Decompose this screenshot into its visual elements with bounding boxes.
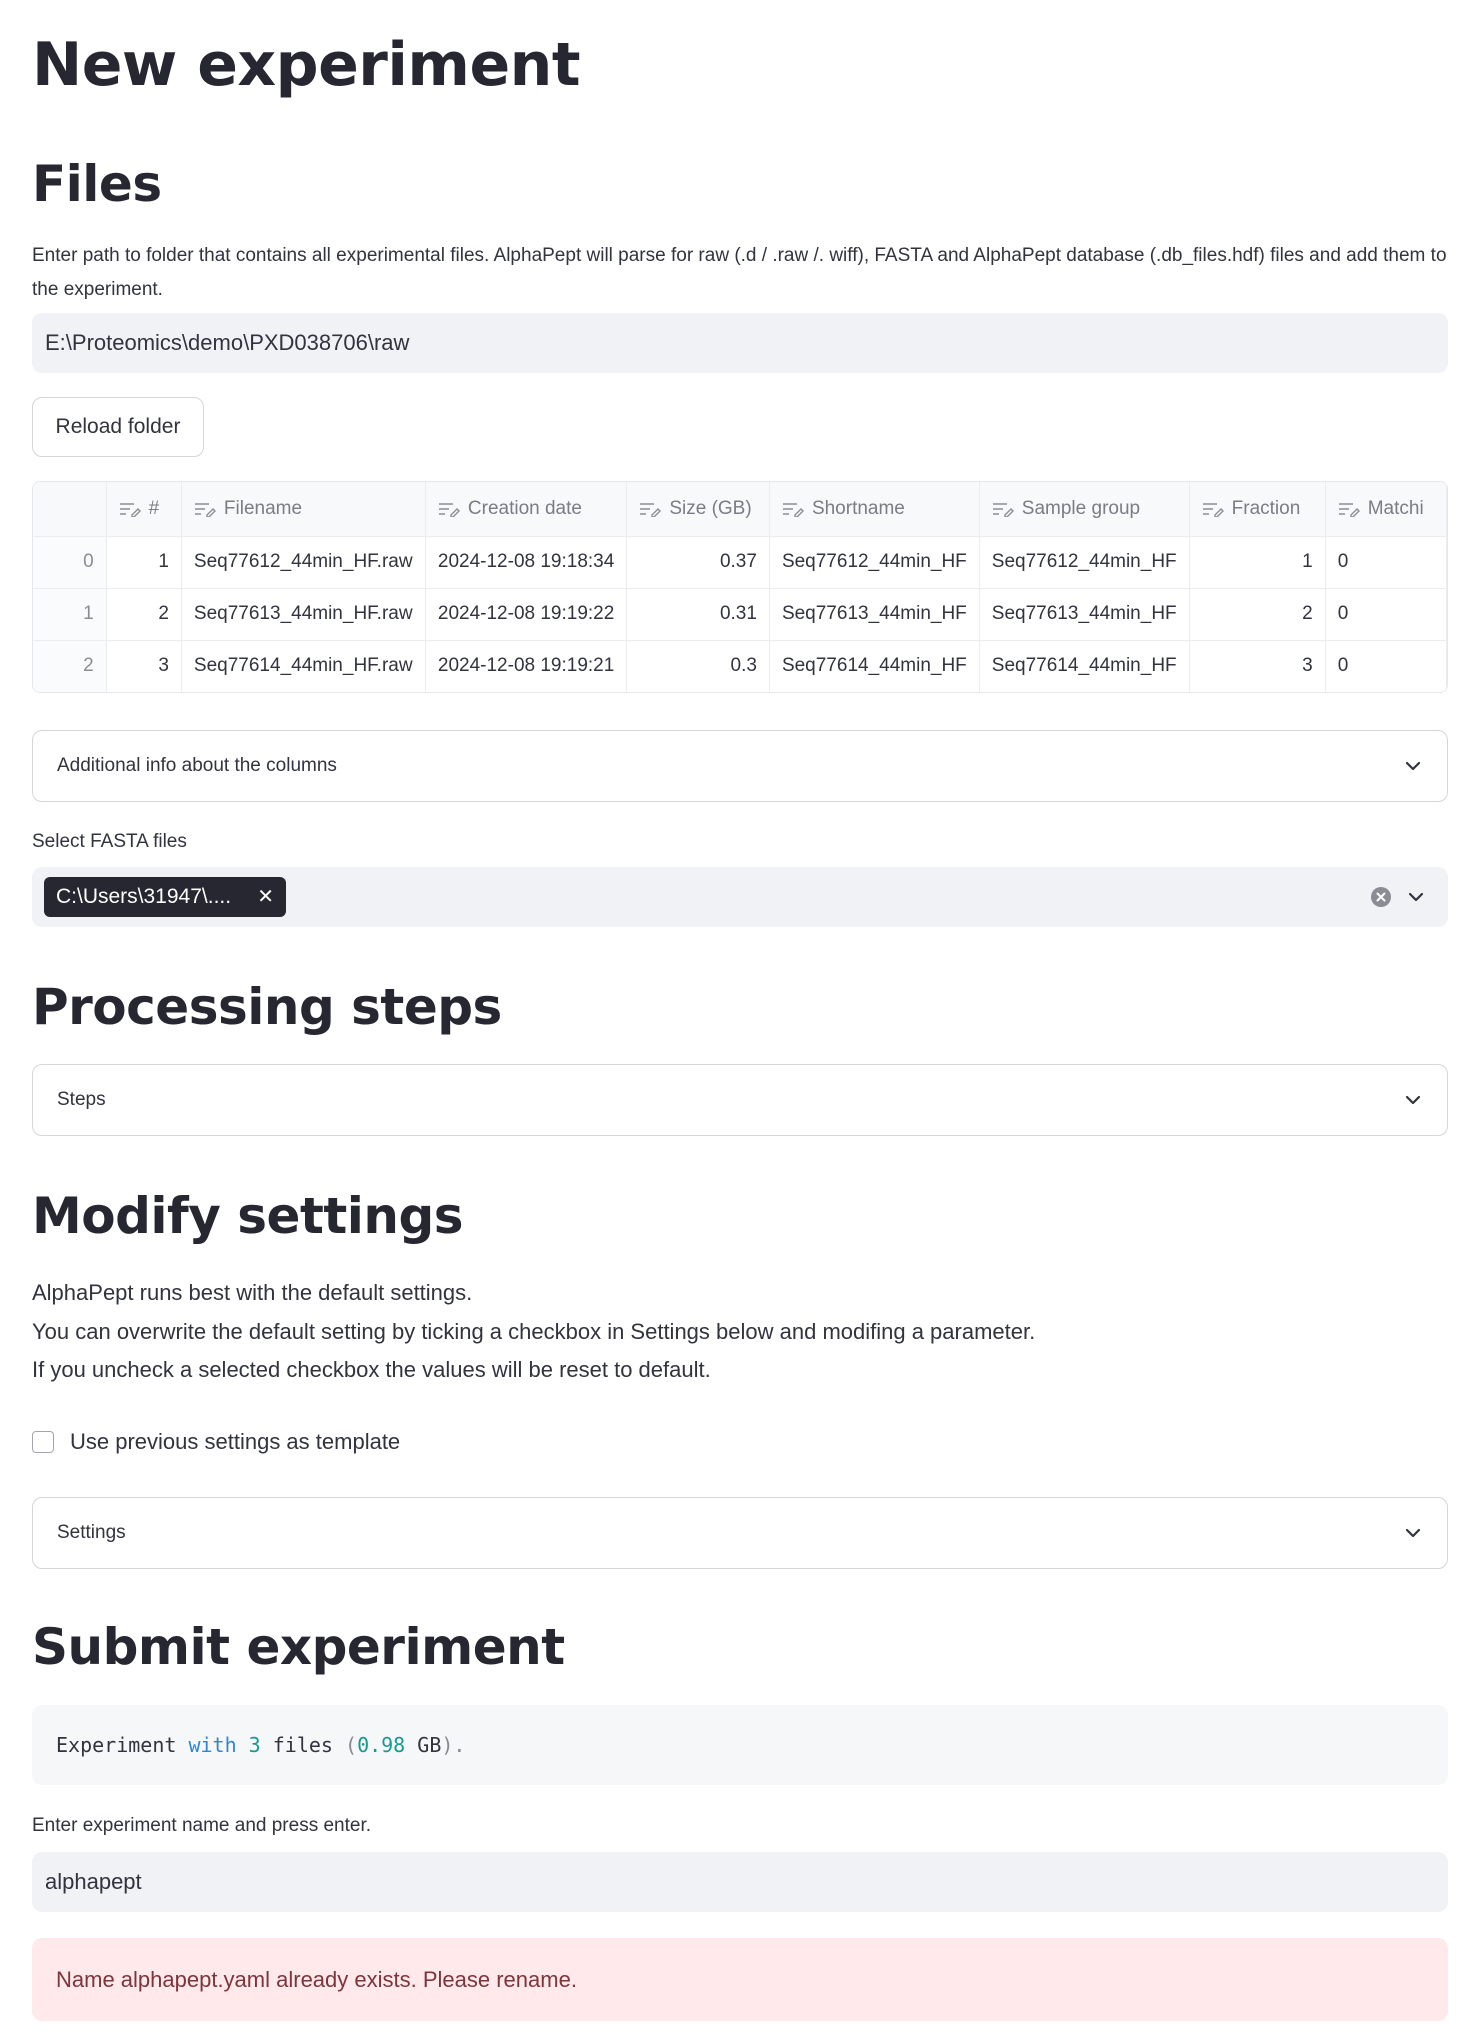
- settings-label: Settings: [57, 1522, 126, 1543]
- column-menu-icon: [782, 502, 804, 517]
- table-cell-size[interactable]: 0.31: [626, 588, 770, 641]
- table-cell-filename[interactable]: Seq77612_44min_HF.raw: [181, 536, 426, 589]
- table-header-row: # Filename Creation date Size (GB) Short…: [33, 482, 1447, 537]
- table-cell-shortname[interactable]: Seq77613_44min_HF: [769, 588, 980, 641]
- column-menu-icon: [119, 502, 141, 517]
- submit-heading: Submit experiment: [32, 1618, 565, 1676]
- table-cell-matching[interactable]: 0: [1325, 640, 1447, 692]
- table-header-matching[interactable]: Matchi: [1325, 482, 1447, 537]
- table-row[interactable]: 2 3 Seq77614_44min_HF.raw 2024-12-08 19:…: [33, 640, 1447, 692]
- template-checkbox-row[interactable]: Use previous settings as template: [32, 1429, 400, 1455]
- template-checkbox-label[interactable]: Use previous settings as template: [70, 1429, 400, 1455]
- column-menu-icon: [1338, 502, 1360, 517]
- chevron-down-icon: [1405, 1528, 1421, 1538]
- chevron-down-icon[interactable]: [1406, 887, 1426, 907]
- chevron-down-icon: [1405, 1095, 1421, 1105]
- fasta-selected-chip[interactable]: C:\Users\31947\.... ✕: [44, 877, 286, 917]
- table-cell-sample-group[interactable]: Seq77613_44min_HF: [979, 588, 1190, 641]
- table-cell-index: 0: [33, 536, 107, 589]
- table-cell-creation-date[interactable]: 2024-12-08 19:19:22: [425, 588, 628, 641]
- columns-info-label: Additional info about the columns: [57, 755, 337, 776]
- modify-line-3: If you uncheck a selected checkbox the v…: [32, 1357, 711, 1382]
- column-menu-icon: [1202, 502, 1224, 517]
- table-row[interactable]: 0 1 Seq77612_44min_HF.raw 2024-12-08 19:…: [33, 536, 1447, 589]
- page-title: New experiment: [32, 30, 581, 100]
- table-cell-number[interactable]: 2: [106, 588, 182, 641]
- table-header-size[interactable]: Size (GB): [626, 482, 770, 537]
- close-icon[interactable]: ✕: [257, 877, 274, 917]
- table-cell-size[interactable]: 0.3: [626, 640, 770, 692]
- table-cell-index: 2: [33, 640, 107, 692]
- app-page: New experiment Files Enter path to folde…: [0, 0, 1472, 2042]
- template-checkbox[interactable]: [32, 1431, 54, 1453]
- experiment-name-input[interactable]: alphapept: [32, 1852, 1448, 1912]
- folder-path-input[interactable]: E:\Proteomics\demo\PXD038706\raw: [32, 313, 1448, 373]
- column-menu-icon: [194, 502, 216, 517]
- experiment-summary-code: Experiment with 3 files (0.98 GB).: [32, 1705, 1448, 1785]
- table-header-creation-date[interactable]: Creation date: [425, 482, 628, 537]
- reload-folder-button[interactable]: Reload folder: [32, 397, 204, 457]
- table-cell-matching[interactable]: 0: [1325, 588, 1447, 641]
- files-table[interactable]: # Filename Creation date Size (GB) Short…: [32, 481, 1448, 693]
- settings-expander[interactable]: Settings: [32, 1497, 1448, 1569]
- table-cell-matching[interactable]: 0: [1325, 536, 1447, 589]
- modify-settings-heading: Modify settings: [32, 1187, 464, 1245]
- modify-line-2: You can overwrite the default setting by…: [32, 1318, 1036, 1344]
- table-cell-creation-date[interactable]: 2024-12-08 19:19:21: [425, 640, 628, 692]
- fasta-multiselect[interactable]: C:\Users\31947\.... ✕: [32, 867, 1448, 927]
- table-cell-filename[interactable]: Seq77614_44min_HF.raw: [181, 640, 426, 692]
- column-menu-icon: [992, 502, 1014, 517]
- table-cell-index: 1: [33, 588, 107, 641]
- fasta-chip-label: C:\Users\31947\....: [56, 885, 232, 908]
- table-header-number[interactable]: #: [106, 482, 182, 537]
- steps-label: Steps: [57, 1089, 106, 1110]
- table-cell-number[interactable]: 1: [106, 536, 182, 589]
- clear-circle-icon[interactable]: [1370, 886, 1392, 908]
- table-cell-shortname[interactable]: Seq77612_44min_HF: [769, 536, 980, 589]
- table-header-shortname[interactable]: Shortname: [769, 482, 980, 537]
- table-cell-filename[interactable]: Seq77613_44min_HF.raw: [181, 588, 426, 641]
- table-row[interactable]: 1 2 Seq77613_44min_HF.raw 2024-12-08 19:…: [33, 588, 1447, 641]
- table-header-index: [33, 482, 107, 537]
- columns-info-expander[interactable]: Additional info about the columns: [32, 730, 1448, 802]
- name-exists-error: Name alphapept.yaml already exists. Plea…: [32, 1938, 1448, 2021]
- table-cell-fraction[interactable]: 3: [1189, 640, 1326, 692]
- table-cell-sample-group[interactable]: Seq77612_44min_HF: [979, 536, 1190, 589]
- table-cell-number[interactable]: 3: [106, 640, 182, 692]
- processing-heading: Processing steps: [32, 978, 502, 1036]
- chevron-down-icon: [1405, 761, 1421, 771]
- table-cell-sample-group[interactable]: Seq77614_44min_HF: [979, 640, 1190, 692]
- table-cell-size[interactable]: 0.37: [626, 536, 770, 589]
- files-heading: Files: [32, 155, 162, 213]
- fasta-label: Select FASTA files: [32, 831, 187, 852]
- steps-expander[interactable]: Steps: [32, 1064, 1448, 1136]
- table-cell-shortname[interactable]: Seq77614_44min_HF: [769, 640, 980, 692]
- modify-line-1: AlphaPept runs best with the default set…: [32, 1280, 473, 1305]
- table-cell-creation-date[interactable]: 2024-12-08 19:18:34: [425, 536, 628, 589]
- table-cell-fraction[interactable]: 1: [1189, 536, 1326, 589]
- experiment-name-label: Enter experiment name and press enter.: [32, 1815, 372, 1836]
- table-header-fraction[interactable]: Fraction: [1189, 482, 1326, 537]
- table-header-sample-group[interactable]: Sample group: [979, 482, 1190, 537]
- column-menu-icon: [640, 502, 662, 517]
- column-menu-icon: [438, 502, 460, 517]
- files-description: Enter path to folder that contains all e…: [32, 245, 1447, 300]
- table-cell-fraction[interactable]: 2: [1189, 588, 1326, 641]
- table-header-filename[interactable]: Filename: [181, 482, 426, 537]
- modify-settings-description: AlphaPept runs best with the default set…: [32, 1274, 1448, 1390]
